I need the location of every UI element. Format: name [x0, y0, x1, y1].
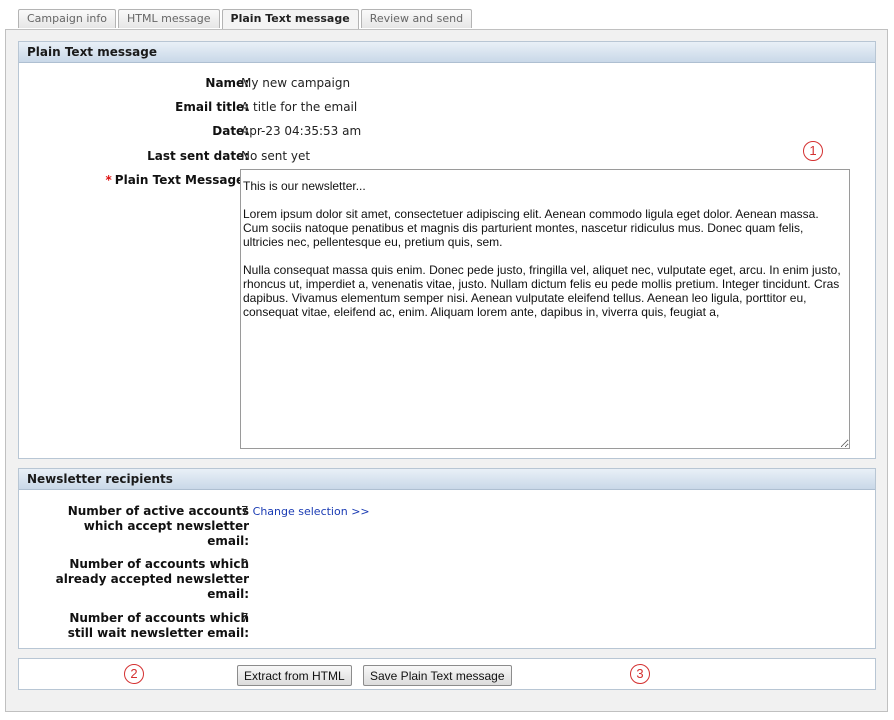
- label-line: Number of active accounts: [67, 504, 249, 518]
- tab-plain-text-message[interactable]: Plain Text message: [221, 9, 359, 30]
- label-line: email:: [207, 587, 249, 601]
- label-line: Number of accounts which: [69, 557, 249, 571]
- name-value: My new campaign: [241, 76, 351, 90]
- tab-review-and-send[interactable]: Review and send: [360, 9, 473, 28]
- name-label: Name:: [205, 76, 249, 90]
- label-line: which accept newsletter: [83, 519, 249, 533]
- plain-text-message-panel: Plain Text message Name: My new campaign…: [18, 41, 876, 459]
- last-sent-value: No sent yet: [241, 149, 311, 163]
- email-title-label: Email title:: [175, 100, 249, 114]
- active-accounts-value-wrap: 7 Change selection >>: [241, 504, 370, 519]
- change-selection-link[interactable]: Change selection >>: [253, 505, 370, 518]
- panel-header: Plain Text message: [19, 42, 875, 63]
- annotation-marker-3: 3: [630, 664, 650, 684]
- annotation-marker-1: 1: [803, 141, 823, 161]
- last-sent-label: Last sent date:: [147, 149, 249, 163]
- date-value: Apr-23 04:35:53 am: [241, 124, 362, 138]
- tab-html-message[interactable]: HTML message: [118, 9, 220, 28]
- required-marker: *: [105, 173, 112, 187]
- label-line: already accepted newsletter: [55, 572, 249, 586]
- label-line: Number of accounts which: [69, 611, 249, 625]
- active-accounts-value: 7: [241, 504, 249, 518]
- actions-panel: Extract from HTML Save Plain Text messag…: [18, 658, 876, 690]
- tab-bar: Campaign info HTML message Plain Text me…: [18, 9, 474, 30]
- extract-from-html-button[interactable]: Extract from HTML: [237, 665, 352, 686]
- date-label: Date:: [212, 124, 249, 138]
- plain-text-message-textarea[interactable]: [240, 169, 850, 449]
- label-line: still wait newsletter email:: [67, 626, 249, 640]
- email-title-value: A title for the email: [241, 100, 358, 114]
- panel-header: Newsletter recipients: [19, 469, 875, 490]
- waiting-accounts-value: 7: [241, 611, 249, 625]
- label-line: email:: [207, 534, 249, 548]
- newsletter-recipients-panel: Newsletter recipients Number of active a…: [18, 468, 876, 649]
- accepted-accounts-value: 0: [241, 557, 249, 571]
- plain-text-label-wrap: * Plain Text Message:: [29, 173, 250, 188]
- waiting-accounts-label: Number of accounts which still wait news…: [29, 611, 249, 641]
- annotation-marker-2: 2: [124, 664, 144, 684]
- save-plain-text-button[interactable]: Save Plain Text message: [363, 665, 512, 686]
- accepted-accounts-label: Number of accounts which already accepte…: [29, 557, 249, 602]
- active-accounts-label: Number of active accounts which accept n…: [29, 504, 249, 549]
- tab-campaign-info[interactable]: Campaign info: [18, 9, 116, 28]
- plain-text-label: Plain Text Message:: [114, 173, 249, 187]
